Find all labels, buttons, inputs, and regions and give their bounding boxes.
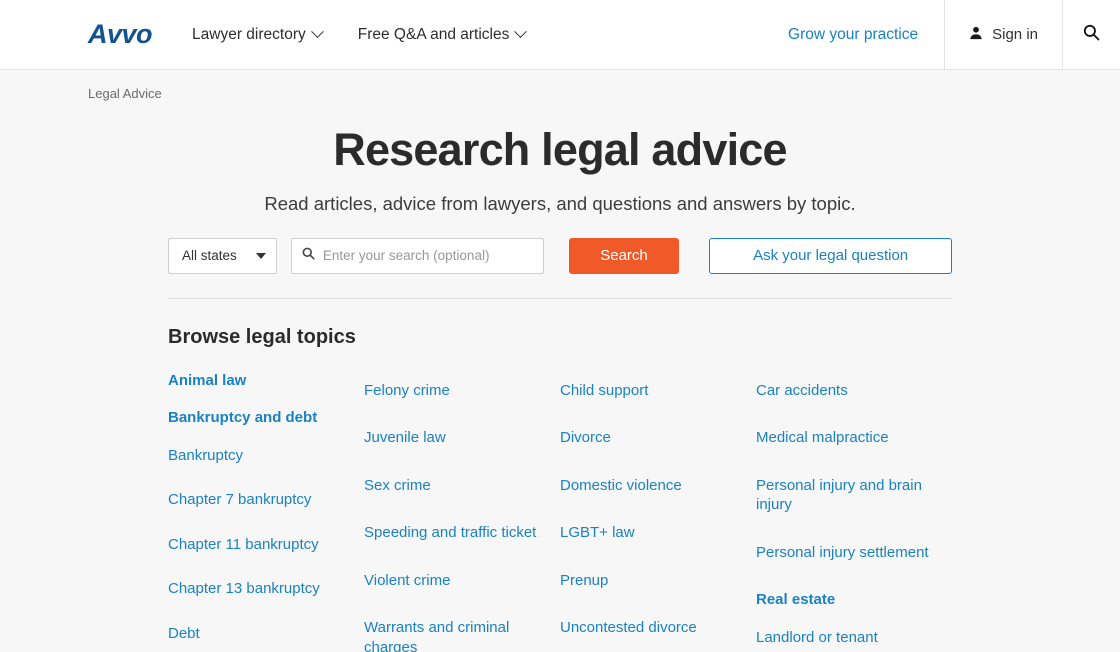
nav-item-label: Free Q&A and articles	[357, 25, 510, 43]
topic-link[interactable]: Chapter 13 bankruptcy	[168, 579, 346, 599]
site-header: Avvo Lawyer directory Free Q&A and artic…	[0, 0, 1120, 70]
topic-link[interactable]: Prenup	[560, 571, 738, 591]
topic-link[interactable]: Bankruptcy	[168, 446, 346, 466]
topics-column: Felony crime Juvenile law Sex crime Speedin…	[364, 371, 560, 652]
browse-legal-topics-section: Browse legal topics Animal law Bankruptcy…	[168, 299, 952, 652]
search-input-wrapper[interactable]	[290, 237, 544, 274]
avvo-logo[interactable]: Avvo	[0, 0, 192, 69]
chevron-down-icon	[310, 25, 324, 39]
logo-text: Avvo	[88, 19, 153, 49]
page-title: Research legal advice	[333, 124, 787, 175]
sign-in-button[interactable]: Sign in	[944, 0, 1062, 69]
topic-link[interactable]: Warrants and criminal charges	[364, 618, 542, 652]
state-select[interactable]: All states	[168, 237, 277, 274]
topic-link[interactable]: Speeding and traffic ticket	[364, 523, 542, 543]
topic-category-link[interactable]: Bankruptcy and debt	[168, 408, 346, 428]
header-right-group: Grow your practice Sign in	[762, 0, 1120, 69]
sign-in-label: Sign in	[992, 26, 1038, 43]
chevron-down-icon	[514, 25, 528, 39]
topic-link[interactable]: Child support	[560, 381, 738, 401]
chevron-down-icon	[255, 252, 266, 259]
search-icon	[1083, 24, 1100, 46]
topics-grid: Animal law Bankruptcy and debt Bankruptcy C…	[168, 371, 952, 652]
state-select-value: All states	[182, 248, 237, 263]
search-bar: All states Search Ask your legal questio…	[168, 237, 952, 274]
nav-item-free-qa-articles[interactable]: Free Q&A and articles	[357, 25, 528, 44]
nav-item-lawyer-directory[interactable]: Lawyer directory	[192, 25, 324, 44]
topics-column: Child support Divorce Domestic violence LGB…	[560, 371, 756, 652]
topic-link[interactable]: Chapter 11 bankruptcy	[168, 535, 346, 555]
breadcrumb: Legal Advice	[0, 70, 1120, 101]
topic-link[interactable]: Juvenile law	[364, 428, 542, 448]
topic-link[interactable]: Sex crime	[364, 476, 542, 496]
breadcrumb-item-legal-advice[interactable]: Legal Advice	[88, 86, 162, 101]
topic-category-link[interactable]: Animal law	[168, 371, 346, 391]
topics-column: Animal law Bankruptcy and debt Bankruptcy C…	[168, 371, 364, 652]
ask-legal-question-button[interactable]: Ask your legal question	[709, 237, 952, 274]
topic-link[interactable]: LGBT+ law	[560, 523, 738, 543]
search-input[interactable]	[322, 248, 533, 263]
header-search-button[interactable]	[1062, 0, 1120, 69]
topics-column: Car accidents Medical malpractice Personal…	[756, 371, 952, 652]
topic-category-link[interactable]: Real estate	[756, 590, 934, 610]
nav-item-label: Lawyer directory	[192, 25, 306, 43]
search-button[interactable]: Search	[568, 237, 680, 274]
grow-your-practice-link[interactable]: Grow your practice	[762, 0, 944, 69]
topic-link[interactable]: Chapter 7 bankruptcy	[168, 490, 346, 510]
search-icon	[302, 247, 315, 265]
topic-link[interactable]: Personal injury and brain injury	[756, 476, 934, 515]
page-subtitle: Read articles, advice from lawyers, and …	[264, 192, 856, 214]
topic-link[interactable]: Medical malpractice	[756, 428, 934, 448]
topic-link[interactable]: Car accidents	[756, 381, 934, 401]
topic-link[interactable]: Domestic violence	[560, 476, 738, 496]
topic-link[interactable]: Uncontested divorce	[560, 618, 738, 638]
hero-section: Research legal advice Read articles, adv…	[0, 101, 1120, 215]
topic-link[interactable]: Divorce	[560, 428, 738, 448]
user-icon	[969, 26, 983, 44]
topic-link[interactable]: Personal injury settlement	[756, 543, 934, 563]
topic-link[interactable]: Landlord or tenant	[756, 628, 934, 648]
topic-link[interactable]: Violent crime	[364, 571, 542, 591]
main-navigation: Lawyer directory Free Q&A and articles	[192, 0, 528, 69]
topic-link[interactable]: Felony crime	[364, 381, 542, 401]
topics-heading: Browse legal topics	[168, 325, 356, 348]
topic-link[interactable]: Debt	[168, 624, 346, 644]
